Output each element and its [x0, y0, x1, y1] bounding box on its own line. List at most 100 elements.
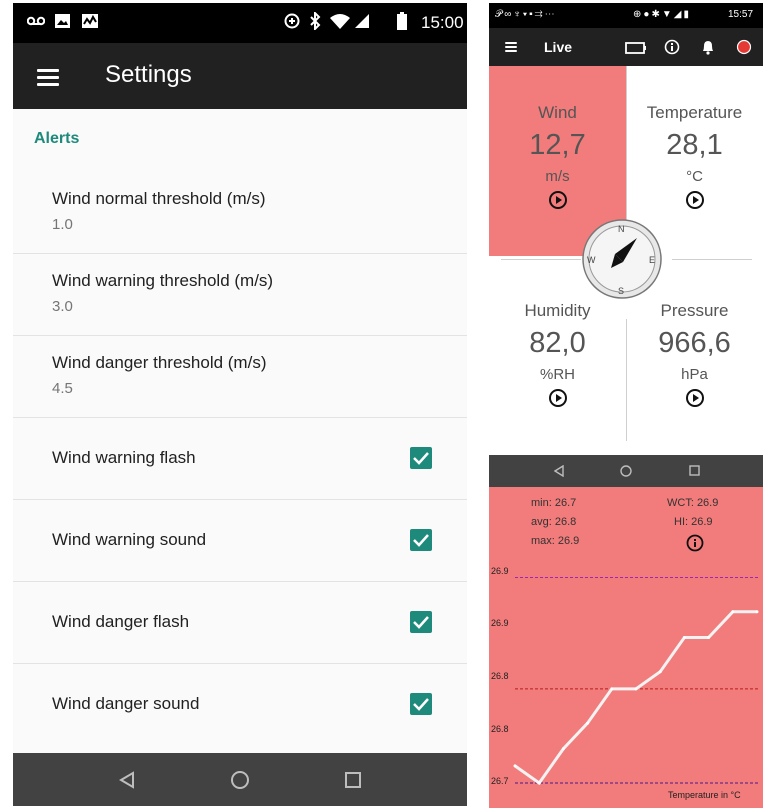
- stat-avg: avg: 26.8: [531, 516, 577, 528]
- recents-icon[interactable]: [345, 772, 361, 788]
- wind-tile[interactable]: Wind 12,7 m/s: [489, 103, 626, 209]
- pref-title: Wind danger threshold (m/s): [52, 353, 267, 372]
- play-icon[interactable]: [548, 191, 567, 209]
- divider-vertical-top: [626, 66, 627, 242]
- play-icon[interactable]: [685, 389, 704, 407]
- menu-icon[interactable]: [505, 42, 517, 52]
- info-icon[interactable]: [664, 39, 680, 55]
- temperature-tile[interactable]: Temperature 28,1 °C: [626, 103, 763, 209]
- data-point: [755, 610, 759, 614]
- wifi-icon: ▼: [661, 9, 674, 20]
- wind-danger-sound-checkbox[interactable]: [410, 693, 432, 715]
- data-point: [586, 721, 590, 725]
- pref-wind-normal-threshold[interactable]: Wind normal threshold (m/s) 1.0: [13, 172, 467, 254]
- y-tick-label: 26.9: [491, 566, 509, 576]
- humidity-tile[interactable]: Humidity 82,0 %RH: [489, 301, 626, 407]
- home-icon[interactable]: [230, 770, 250, 790]
- pref-title: Wind warning threshold (m/s): [52, 271, 274, 290]
- stat-max: max: 26.9: [531, 535, 580, 547]
- back-icon[interactable]: [119, 771, 135, 789]
- pref-wind-warning-threshold[interactable]: Wind warning threshold (m/s) 3.0: [13, 254, 467, 336]
- play-icon[interactable]: [685, 191, 704, 209]
- cast-icon: ⇉: [534, 9, 545, 20]
- wifi-icon: [330, 14, 350, 29]
- divider-horizontal-right: [672, 259, 752, 260]
- chart-caption: Temperature in °C: [668, 790, 741, 800]
- y-tick-label: 26.8: [491, 671, 509, 681]
- pref-title: Wind danger sound: [52, 694, 200, 713]
- wind-label: Wind: [538, 103, 577, 122]
- live-screen: 𝒫∞♆▾▪⇉⋯ ⊕●✱▼◢▮ 15:57 Live Wind 12,7 m/s …: [489, 3, 763, 487]
- usb-icon: ♆: [513, 9, 523, 20]
- cell-signal-icon: ◢: [673, 9, 684, 20]
- bell-icon[interactable]: [701, 39, 715, 55]
- compass-south: S: [618, 286, 625, 296]
- compass: N S E W: [581, 218, 663, 300]
- notification-icons: 𝒫∞♆▾▪⇉⋯: [495, 9, 557, 20]
- pref-summary: 3.0: [52, 298, 73, 315]
- pref-wind-danger-flash[interactable]: Wind danger flash: [13, 582, 467, 664]
- compass-north: N: [618, 224, 625, 234]
- stat-min: min: 26.7: [531, 497, 577, 509]
- image-icon: [55, 14, 70, 28]
- pref-title: Wind warning flash: [52, 448, 196, 467]
- temperature-series-line: [514, 610, 757, 786]
- y-tick-label: 26.7: [491, 776, 509, 786]
- temperature-unit: °C: [686, 168, 703, 185]
- data-point: [731, 610, 735, 614]
- pressure-value: 966,6: [658, 327, 731, 359]
- play-icon[interactable]: [548, 389, 567, 407]
- status-bar: 𝒫∞♆▾▪⇉⋯ ⊕●✱▼◢▮ 15:57: [489, 3, 763, 28]
- wind-danger-flash-checkbox[interactable]: [410, 611, 432, 633]
- battery-icon: ▮: [683, 9, 691, 20]
- data-saver-icon: [284, 13, 300, 29]
- pref-title: Wind danger flash: [52, 612, 190, 631]
- wind-warning-sound-checkbox[interactable]: [410, 529, 432, 551]
- pressure-label: Pressure: [660, 301, 729, 320]
- compass-east: E: [649, 255, 656, 265]
- recents-icon[interactable]: [689, 465, 700, 476]
- stat-wct: WCT: 26.9: [667, 497, 719, 509]
- paypal-icon: 𝒫: [495, 9, 505, 20]
- app-bar: Settings: [13, 43, 467, 109]
- menu-icon[interactable]: [37, 69, 59, 86]
- wind-value: 12,7: [529, 129, 586, 161]
- record-icon[interactable]: [736, 39, 752, 55]
- voicemail-icon: [27, 16, 45, 26]
- section-header-alerts: Alerts: [34, 130, 80, 147]
- page-title: Settings: [105, 61, 192, 88]
- data-saver-icon: ⊕: [633, 9, 644, 20]
- pref-wind-warning-sound[interactable]: Wind warning sound: [13, 500, 467, 582]
- pref-wind-danger-threshold[interactable]: Wind danger threshold (m/s) 4.5: [13, 336, 467, 418]
- data-point: [513, 764, 517, 768]
- app-bar: Live: [489, 28, 763, 66]
- y-tick-label: 26.8: [491, 724, 509, 734]
- pref-wind-warning-flash[interactable]: Wind warning flash: [13, 418, 467, 500]
- pref-summary: 1.0: [52, 216, 73, 233]
- humidity-label: Humidity: [524, 301, 591, 320]
- pressure-tile[interactable]: Pressure 966,6 hPa: [626, 301, 763, 407]
- pref-summary: 4.5: [52, 380, 73, 397]
- data-point: [537, 781, 541, 785]
- home-icon[interactable]: [620, 465, 632, 477]
- bluetooth-icon: [310, 12, 321, 30]
- settings-screen: 15:00 Settings Alerts Wind normal thresh…: [13, 3, 467, 806]
- divider-vertical-bottom: [626, 319, 627, 441]
- status-time: 15:00: [421, 13, 464, 32]
- data-point: [707, 635, 711, 639]
- battery-outline-icon[interactable]: [625, 42, 647, 54]
- humidity-unit: %RH: [539, 366, 575, 383]
- data-point: [561, 747, 565, 751]
- pref-wind-danger-sound[interactable]: Wind danger sound: [13, 664, 467, 745]
- more-icon: ⋯: [544, 9, 557, 20]
- status-bar: 15:00: [13, 3, 467, 43]
- humidity-value: 82,0: [529, 327, 586, 359]
- data-point: [682, 635, 686, 639]
- wind-warning-flash-checkbox[interactable]: [410, 447, 432, 469]
- data-point: [658, 670, 662, 674]
- info-icon[interactable]: [686, 534, 704, 552]
- back-icon[interactable]: [554, 465, 564, 477]
- system-nav-bar: [489, 455, 763, 487]
- wind-unit: m/s: [545, 168, 570, 185]
- status-time: 15:57: [728, 9, 754, 20]
